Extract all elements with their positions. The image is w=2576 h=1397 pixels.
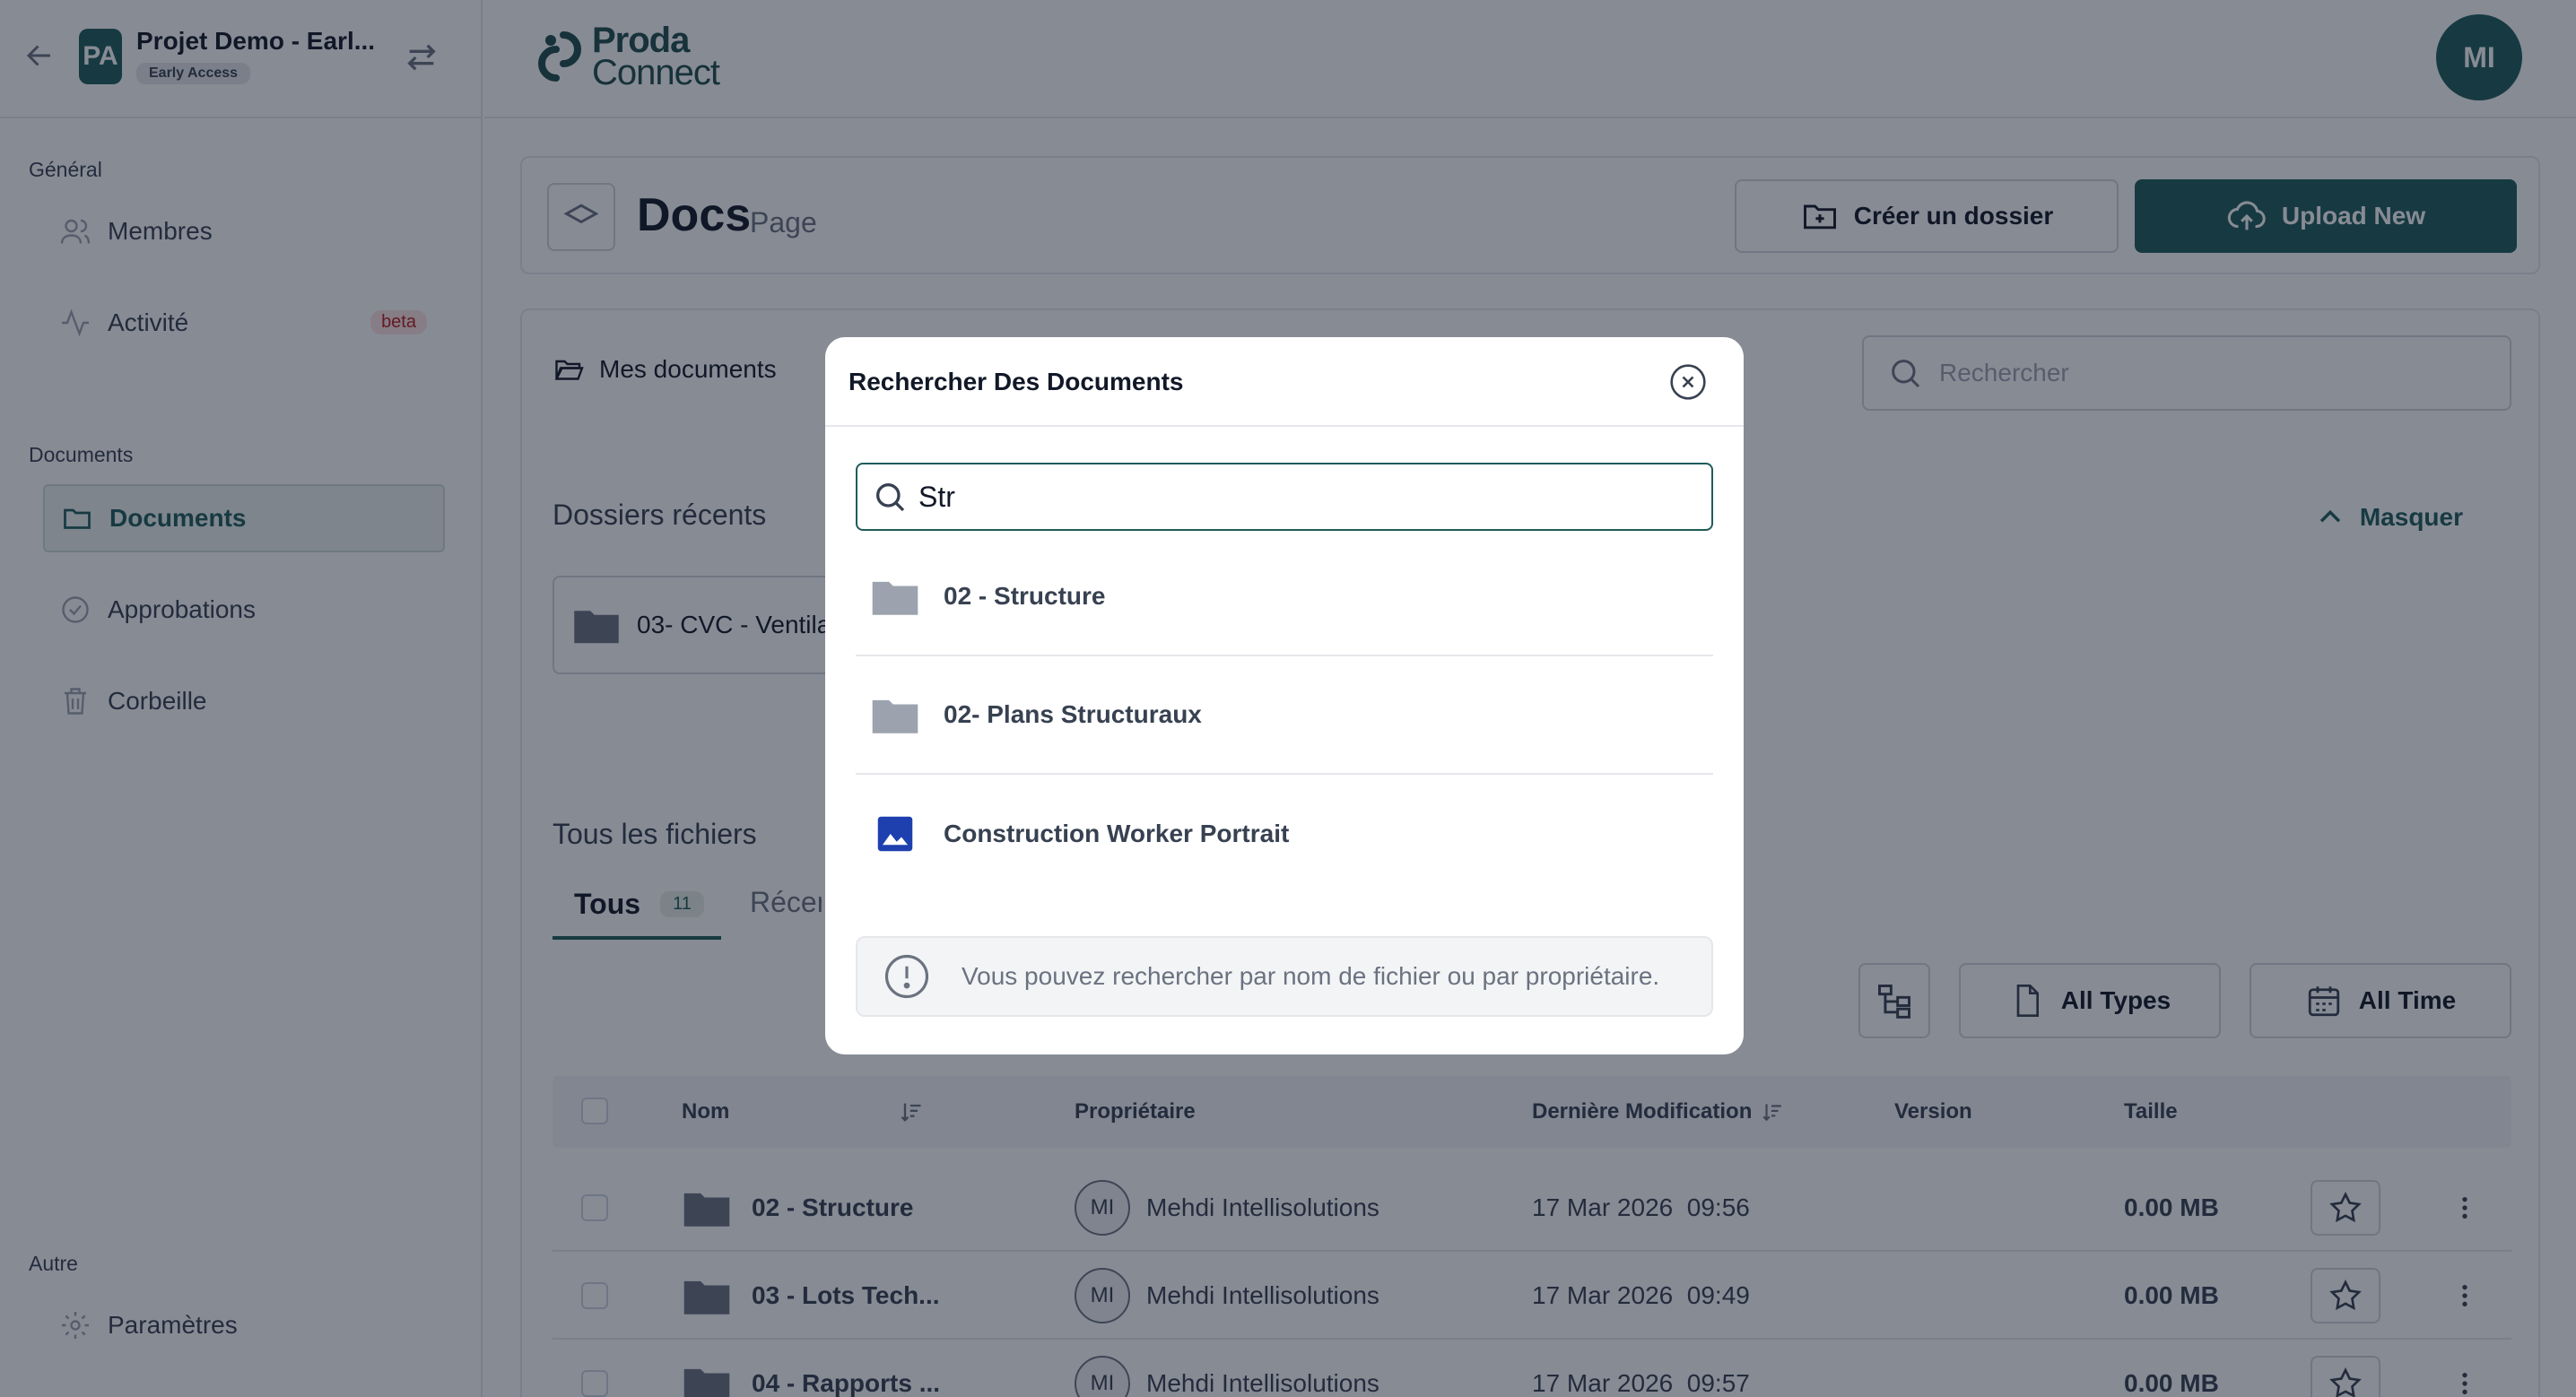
close-icon[interactable]	[1668, 362, 1708, 402]
info-icon	[884, 954, 929, 999]
search-result-item[interactable]: 02 - Structure	[856, 538, 1713, 656]
search-documents-modal: Rechercher Des Documents 02 - Structure …	[825, 337, 1744, 1054]
modal-header: Rechercher Des Documents	[825, 337, 1744, 427]
search-icon	[876, 483, 905, 512]
modal-title: Rechercher Des Documents	[849, 368, 1184, 395]
search-result-item[interactable]: 02- Plans Structuraux	[856, 656, 1713, 775]
modal-search-input[interactable]	[918, 480, 1708, 514]
folder-icon	[872, 699, 918, 733]
search-hint: Vous pouvez rechercher par nom de fichie…	[856, 936, 1713, 1017]
search-result-item[interactable]: Construction Worker Portrait	[856, 775, 1713, 893]
modal-search-field[interactable]	[856, 463, 1713, 531]
folder-icon	[872, 581, 918, 615]
image-icon	[877, 816, 913, 852]
